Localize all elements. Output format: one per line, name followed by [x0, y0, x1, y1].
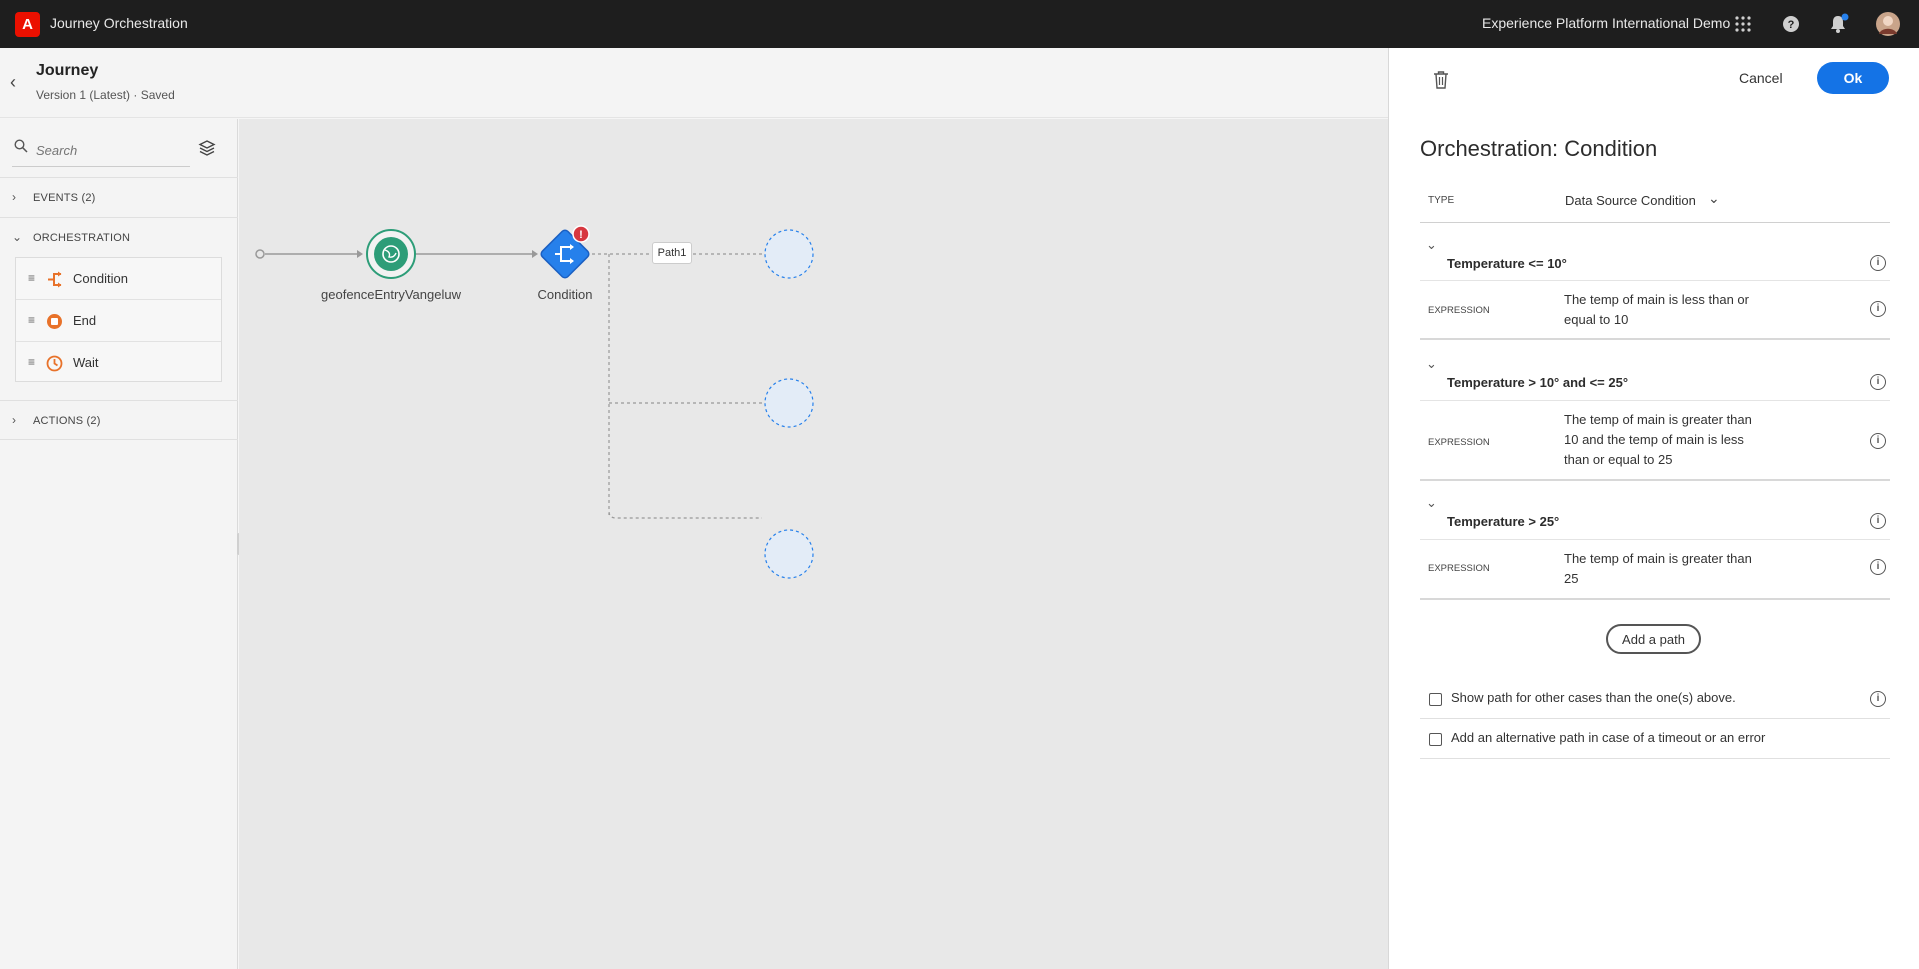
- divider: [1420, 280, 1890, 281]
- app-title[interactable]: Journey Orchestration: [50, 15, 188, 31]
- org-switcher[interactable]: Experience Platform International Demo: [1482, 15, 1730, 31]
- orch-item-label: Wait: [73, 355, 99, 370]
- ok-button[interactable]: Ok: [1817, 62, 1889, 94]
- section-events[interactable]: › EVENTS (2): [0, 177, 238, 217]
- search-input[interactable]: [36, 139, 186, 161]
- activity-palette: › EVENTS (2) ⌄ ORCHESTRATION ≡ Condition…: [0, 119, 238, 969]
- condition-name[interactable]: Temperature > 25°: [1447, 514, 1559, 529]
- divider: [1420, 400, 1890, 401]
- layers-icon[interactable]: [198, 139, 216, 157]
- condition-node[interactable]: !: [540, 225, 591, 279]
- orch-item-wait[interactable]: ≡ Wait: [16, 342, 221, 384]
- user-avatar[interactable]: [1875, 11, 1901, 37]
- info-icon[interactable]: i: [1870, 559, 1886, 575]
- condition-block: ⌄ Temperature > 25° i EXPRESSION The tem…: [1420, 491, 1890, 600]
- expression-label: EXPRESSION: [1428, 563, 1490, 574]
- section-actions-label: ACTIONS (2): [33, 415, 101, 427]
- notifications-bell-icon[interactable]: [1827, 13, 1849, 35]
- drag-handle-icon[interactable]: ≡: [28, 271, 35, 285]
- chevron-down-icon[interactable]: ⌄: [12, 230, 22, 244]
- drag-handle-icon[interactable]: ≡: [28, 355, 35, 369]
- back-chevron-icon[interactable]: ‹: [10, 72, 16, 93]
- chevron-down-icon[interactable]: ⌄: [1426, 356, 1437, 372]
- orch-item-label: End: [73, 313, 97, 328]
- type-label: TYPE: [1428, 195, 1455, 206]
- drag-handle-icon[interactable]: ≡: [28, 313, 35, 327]
- condition-name[interactable]: Temperature > 10° and <= 25°: [1447, 375, 1628, 390]
- cancel-button[interactable]: Cancel: [1739, 70, 1783, 86]
- start-point: [255, 249, 265, 259]
- empty-step-placeholder[interactable]: [764, 529, 814, 579]
- info-icon[interactable]: i: [1870, 433, 1886, 449]
- journey-canvas[interactable]: ! geofenceEntryVangeluw Condition Path1: [239, 119, 1388, 969]
- condition-type-row: TYPE Data Source Condition ⌄: [1420, 178, 1890, 223]
- journey-graph: !: [255, 225, 814, 579]
- orch-item-condition[interactable]: ≡ Condition: [16, 258, 221, 300]
- error-badge-text: !: [579, 229, 583, 241]
- chevron-down-icon[interactable]: ⌄: [1426, 237, 1437, 253]
- divider: [1420, 539, 1890, 540]
- condition-block: ⌄ Temperature > 10° and <= 25° i EXPRESS…: [1420, 352, 1890, 481]
- info-icon[interactable]: i: [1870, 513, 1886, 529]
- journey-title[interactable]: Journey: [36, 62, 98, 80]
- empty-step-placeholder[interactable]: [764, 378, 814, 428]
- info-icon[interactable]: i: [1870, 301, 1886, 317]
- expression-text[interactable]: The temp of main is greater than 10 and …: [1564, 410, 1764, 470]
- chevron-right-icon: ›: [12, 190, 16, 204]
- event-node-label: geofenceEntryVangeluw: [321, 287, 461, 302]
- condition-name[interactable]: Temperature <= 10°: [1447, 256, 1567, 271]
- info-icon[interactable]: i: [1870, 691, 1886, 707]
- section-events-label: EVENTS (2): [33, 192, 96, 204]
- search-icon: [14, 139, 28, 153]
- other-cases-checkbox[interactable]: [1429, 693, 1442, 706]
- journey-version-status: Version 1 (Latest) · Saved: [36, 88, 175, 102]
- orchestration-items: ≡ Condition ≡ End ≡ Wait: [15, 257, 222, 382]
- condition-icon: [48, 271, 62, 288]
- timeout-path-option: Add an alternative path in case of a tim…: [1420, 719, 1890, 759]
- empty-step-placeholder[interactable]: [764, 229, 814, 279]
- other-cases-option: Show path for other cases than the one(s…: [1420, 679, 1890, 719]
- path-label[interactable]: Path1: [652, 242, 692, 264]
- top-bar: A Journey Orchestration Experience Platf…: [0, 0, 1919, 48]
- end-icon: [47, 314, 62, 329]
- timeout-path-checkbox[interactable]: [1429, 733, 1442, 746]
- adobe-logo[interactable]: A: [15, 12, 40, 37]
- svg-text:?: ?: [1788, 19, 1795, 31]
- apps-grid-icon[interactable]: [1732, 13, 1754, 35]
- type-select-value[interactable]: Data Source Condition: [1565, 193, 1696, 208]
- orch-item-end[interactable]: ≡ End: [16, 300, 221, 342]
- section-actions[interactable]: › ACTIONS (2): [0, 400, 238, 440]
- expression-text[interactable]: The temp of main is greater than 25: [1564, 549, 1764, 589]
- panel-title: Orchestration: Condition: [1420, 136, 1658, 161]
- activity-config-panel: Cancel Ok Orchestration: Condition TYPE …: [1388, 48, 1919, 969]
- chevron-down-icon[interactable]: ⌄: [1426, 495, 1437, 511]
- info-icon[interactable]: i: [1870, 255, 1886, 271]
- chevron-down-icon[interactable]: ⌄: [1708, 190, 1720, 207]
- wait-clock-icon: [46, 355, 63, 372]
- condition-node-label: Condition: [537, 287, 593, 302]
- info-icon[interactable]: i: [1870, 374, 1886, 390]
- orch-item-label: Condition: [73, 271, 128, 286]
- other-cases-label[interactable]: Show path for other cases than the one(s…: [1451, 690, 1736, 705]
- condition-block: ⌄ Temperature <= 10° i EXPRESSION The te…: [1420, 233, 1890, 340]
- expression-text[interactable]: The temp of main is less than or equal t…: [1564, 290, 1764, 330]
- palette-search: [12, 135, 190, 167]
- add-path-button[interactable]: Add a path: [1606, 624, 1701, 654]
- expression-label: EXPRESSION: [1428, 305, 1490, 316]
- journey-header: ‹ Journey Version 1 (Latest) · Saved: [0, 48, 1388, 118]
- expression-label: EXPRESSION: [1428, 437, 1490, 448]
- help-icon[interactable]: ?: [1780, 13, 1802, 35]
- chevron-right-icon: ›: [12, 413, 16, 427]
- event-node[interactable]: [366, 229, 416, 279]
- delete-trash-icon[interactable]: [1432, 70, 1450, 90]
- timeout-path-label[interactable]: Add an alternative path in case of a tim…: [1451, 730, 1765, 745]
- section-orchestration-label[interactable]: ORCHESTRATION: [33, 232, 130, 244]
